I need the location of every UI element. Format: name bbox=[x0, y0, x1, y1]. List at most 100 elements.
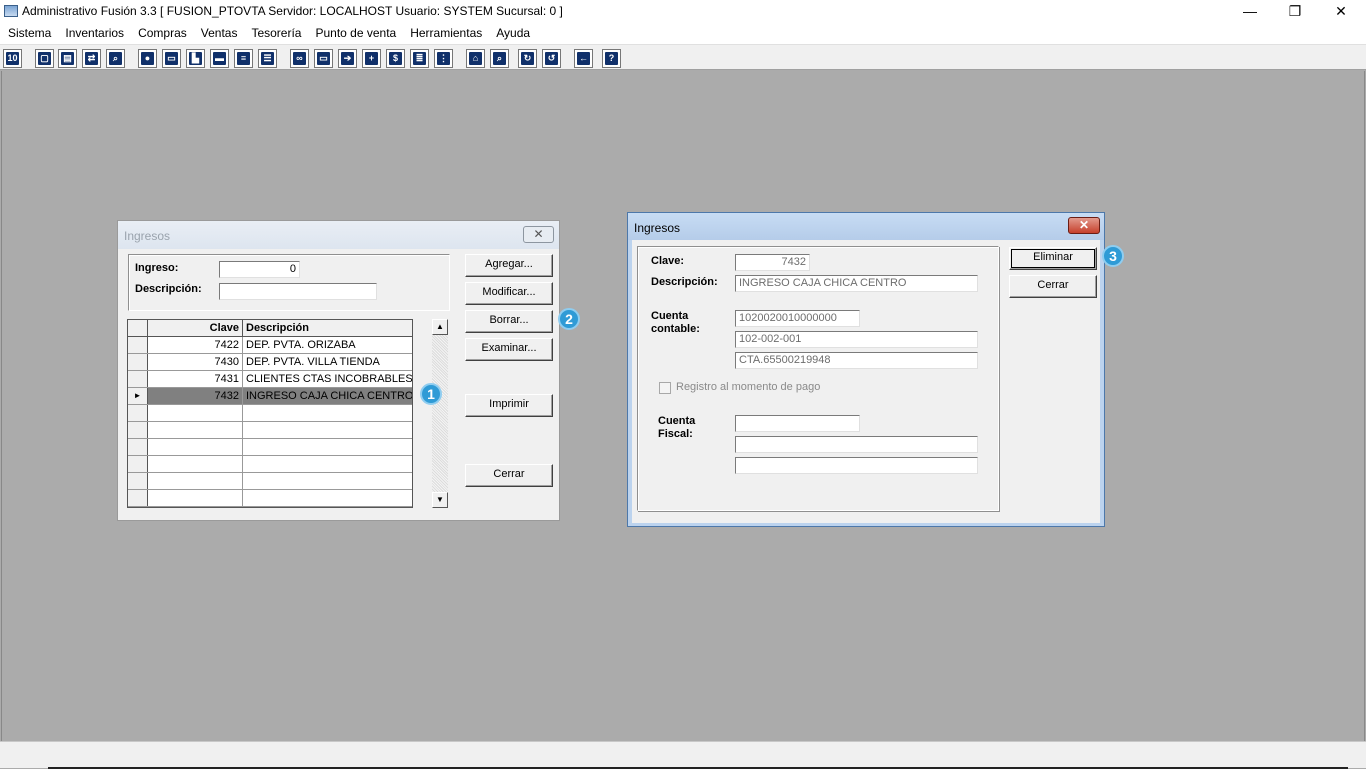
back-arrow-icon[interactable]: ← bbox=[574, 49, 593, 68]
ingreso-label: Ingreso: bbox=[135, 262, 179, 274]
cuenta-contable-field-1[interactable]: 1020020010000000 bbox=[735, 310, 860, 327]
window-title: Administrativo Fusión 3.3 [ FUSION_PTOVT… bbox=[22, 4, 563, 18]
cerrar-button[interactable]: Cerrar bbox=[465, 464, 553, 487]
ingresos-list-dialog: Ingresos ✕ Ingreso: 0 Descripción: Clave… bbox=[117, 220, 560, 521]
menu-herramientas[interactable]: Herramientas bbox=[403, 22, 489, 44]
table-row[interactable]: 7431 CLIENTES CTAS INCOBRABLES bbox=[128, 371, 413, 388]
cell-clave: 7430 bbox=[148, 354, 243, 370]
clipboard-icon[interactable]: ▤ bbox=[58, 49, 77, 68]
print-preview-icon[interactable]: ▙ bbox=[186, 49, 205, 68]
cell-descripcion: DEP. PVTA. VILLA TIENDA bbox=[246, 356, 380, 368]
calculator-icon[interactable]: 10 bbox=[3, 49, 22, 68]
list-icon[interactable]: ☰ bbox=[258, 49, 277, 68]
close-icon[interactable]: ✕ bbox=[523, 226, 554, 243]
add-icon[interactable]: + bbox=[362, 49, 381, 68]
minimize-button[interactable]: — bbox=[1227, 0, 1273, 22]
transfer-icon[interactable]: ⇄ bbox=[82, 49, 101, 68]
refresh-icon[interactable]: ↻ bbox=[518, 49, 537, 68]
cuenta-fiscal-field-1[interactable] bbox=[735, 415, 860, 432]
status-bar bbox=[0, 741, 1366, 769]
menu-punto-de-venta[interactable]: Punto de venta bbox=[308, 22, 403, 44]
registro-label: Registro al momento de pago bbox=[676, 381, 821, 393]
title-bar: Administrativo Fusión 3.3 [ FUSION_PTOVT… bbox=[0, 0, 1366, 22]
column-header-clave[interactable]: Clave bbox=[148, 320, 243, 336]
clave-label: Clave: bbox=[651, 255, 685, 267]
table-row-empty[interactable] bbox=[128, 456, 412, 473]
printer-icon[interactable]: ▬ bbox=[210, 49, 229, 68]
export-icon[interactable]: ➔ bbox=[338, 49, 357, 68]
ingresos-detail-dialog: Ingresos ✕ Clave: 7432 Descripción: INGR… bbox=[627, 212, 1105, 527]
cell-descripcion: INGRESO CAJA CHICA CENTRO bbox=[243, 388, 412, 404]
dialog-client: Clave: 7432 Descripción: INGRESO CAJA CH… bbox=[632, 240, 1100, 523]
menu-compras[interactable]: Compras bbox=[131, 22, 194, 44]
zoom-icon[interactable]: ⌕ bbox=[490, 49, 509, 68]
table-row-empty[interactable] bbox=[128, 439, 412, 456]
tree-icon[interactable]: ⋮ bbox=[434, 49, 453, 68]
row-pointer-icon: ► bbox=[128, 388, 148, 404]
agregar-button[interactable]: Agregar... bbox=[465, 254, 553, 277]
folder-icon[interactable]: ▭ bbox=[162, 49, 181, 68]
borrar-button[interactable]: Borrar... bbox=[465, 310, 553, 333]
restore-button[interactable]: ❐ bbox=[1272, 0, 1318, 22]
clave-field[interactable]: 7432 bbox=[735, 254, 810, 271]
column-header-descripcion[interactable]: Descripción bbox=[246, 320, 309, 336]
table-row-empty[interactable] bbox=[128, 405, 412, 422]
user-icon[interactable]: ● bbox=[138, 49, 157, 68]
cell-clave: 7422 bbox=[148, 337, 243, 353]
ingreso-field[interactable]: 0 bbox=[219, 261, 300, 278]
cell-descripcion: DEP. PVTA. ORIZABA bbox=[246, 339, 356, 351]
menu-inventarios[interactable]: Inventarios bbox=[58, 22, 131, 44]
table-row[interactable]: 7430 DEP. PVTA. VILLA TIENDA bbox=[128, 354, 412, 371]
menu-sistema[interactable]: Sistema bbox=[1, 22, 58, 44]
descripcion-label: Descripción: bbox=[651, 276, 718, 288]
close-icon[interactable]: ✕ bbox=[1068, 217, 1100, 234]
cuenta-contable-label: Cuenta contable: bbox=[651, 310, 700, 335]
report-icon[interactable]: ≣ bbox=[410, 49, 429, 68]
eliminar-button[interactable]: Eliminar bbox=[1009, 247, 1097, 270]
step-badge-3: 3 bbox=[1102, 245, 1124, 267]
descripcion-field[interactable]: INGRESO CAJA CHICA CENTRO bbox=[735, 275, 978, 292]
registro-checkbox[interactable] bbox=[659, 382, 671, 394]
table-row-empty[interactable] bbox=[128, 490, 412, 507]
scroll-up-icon[interactable]: ▲ bbox=[432, 319, 448, 335]
grid-scrollbar[interactable]: ▲ ▼ bbox=[432, 319, 448, 508]
descripcion-field[interactable] bbox=[219, 283, 377, 300]
ingresos-grid[interactable]: Clave Descripción 7422 DEP. PVTA. ORIZAB… bbox=[127, 319, 413, 508]
cell-clave: 7432 bbox=[148, 388, 243, 404]
grid-header: Clave Descripción bbox=[128, 320, 412, 337]
dollar-icon[interactable]: $ bbox=[386, 49, 405, 68]
menu-ayuda[interactable]: Ayuda bbox=[489, 22, 537, 44]
step-badge-1: 1 bbox=[420, 383, 442, 405]
descripcion-label: Descripción: bbox=[135, 283, 202, 295]
dialog-caption: Ingresos ✕ bbox=[628, 213, 1104, 240]
home-icon[interactable]: ⌂ bbox=[466, 49, 485, 68]
menu-bar: Sistema Inventarios Compras Ventas Tesor… bbox=[0, 22, 1366, 44]
cuenta-contable-field-3[interactable]: CTA.65500219948 bbox=[735, 352, 978, 369]
document-icon[interactable]: ≡ bbox=[234, 49, 253, 68]
cuenta-contable-field-2[interactable]: 102-002-001 bbox=[735, 331, 978, 348]
card-icon[interactable]: ▭ bbox=[314, 49, 333, 68]
menu-tesoreria[interactable]: Tesorería bbox=[244, 22, 308, 44]
scroll-down-icon[interactable]: ▼ bbox=[432, 492, 448, 508]
cuenta-fiscal-field-3[interactable] bbox=[735, 457, 978, 474]
table-row-selected[interactable]: ► 7432 INGRESO CAJA CHICA CENTRO bbox=[128, 388, 412, 405]
cell-descripcion: CLIENTES CTAS INCOBRABLES bbox=[246, 373, 413, 385]
copy-icon[interactable]: ▢ bbox=[35, 49, 54, 68]
table-row-empty[interactable] bbox=[128, 422, 412, 439]
close-window-button[interactable]: ✕ bbox=[1318, 0, 1364, 22]
examinar-button[interactable]: Examinar... bbox=[465, 338, 553, 361]
table-row-empty[interactable] bbox=[128, 473, 412, 490]
table-row[interactable]: 7422 DEP. PVTA. ORIZABA bbox=[128, 337, 412, 354]
modificar-button[interactable]: Modificar... bbox=[465, 282, 553, 305]
help-icon[interactable]: ? bbox=[602, 49, 621, 68]
cerrar-detail-button[interactable]: Cerrar bbox=[1009, 275, 1097, 298]
cuenta-fiscal-field-2[interactable] bbox=[735, 436, 978, 453]
undo-icon[interactable]: ↺ bbox=[542, 49, 561, 68]
filter-group: Ingreso: 0 Descripción: bbox=[128, 254, 450, 311]
menu-ventas[interactable]: Ventas bbox=[194, 22, 245, 44]
binoculars-icon[interactable]: ∞ bbox=[290, 49, 309, 68]
imprimir-button[interactable]: Imprimir bbox=[465, 394, 553, 417]
toolbar: 10 ▢ ▤ ⇄ ⌕ ● ▭ ▙ ▬ ≡ ☰ ∞ ▭ ➔ + $ ≣ ⋮ ⌂ ⌕… bbox=[0, 44, 1366, 70]
dialog-caption: Ingresos ✕ bbox=[118, 221, 559, 249]
search-doc-icon[interactable]: ⌕ bbox=[106, 49, 125, 68]
